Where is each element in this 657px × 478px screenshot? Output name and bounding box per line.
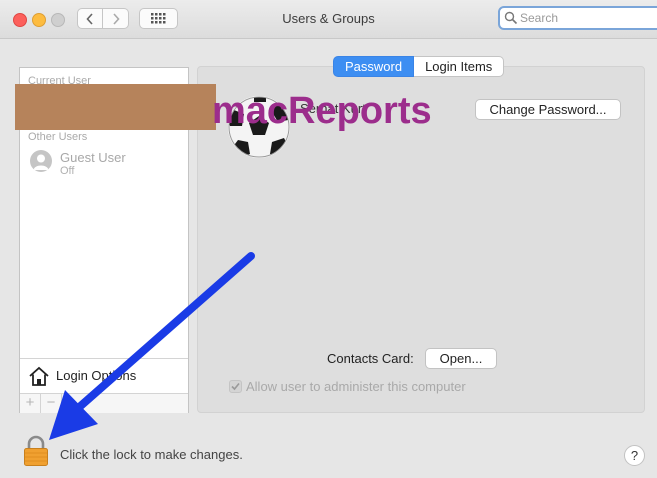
tab-bar: Password Login Items — [333, 56, 505, 77]
add-user-button[interactable]: + — [20, 394, 41, 413]
guest-user-item[interactable]: Guest User Off — [30, 150, 180, 178]
lock-icon — [24, 435, 48, 466]
title-bar: Users & Groups — [0, 0, 657, 39]
search-input[interactable] — [518, 11, 657, 25]
other-users-label: Other Users — [28, 131, 88, 143]
guest-user-name: Guest User — [60, 150, 126, 165]
open-contacts-card-button[interactable]: Open... — [425, 348, 497, 369]
login-options-label: Login Options — [56, 368, 137, 383]
contacts-card-label: Contacts Card: — [327, 351, 414, 366]
lock-button[interactable] — [23, 435, 49, 472]
house-icon — [29, 366, 49, 386]
change-password-button[interactable]: Change Password... — [475, 99, 621, 120]
admin-checkbox-row: Allow user to administer this computer — [229, 379, 466, 394]
help-button[interactable]: ? — [624, 445, 645, 466]
lock-instruction-text: Click the lock to make changes. — [60, 447, 243, 462]
remove-user-button[interactable]: − — [41, 394, 62, 413]
tab-password[interactable]: Password — [333, 56, 415, 77]
watermark-text: macReports — [212, 90, 432, 132]
admin-checkbox-label: Allow user to administer this computer — [246, 379, 466, 394]
person-icon — [33, 154, 49, 170]
tab-login-items[interactable]: Login Items — [414, 56, 505, 77]
checkmark-icon — [231, 382, 240, 391]
guest-avatar — [30, 150, 52, 172]
redaction-block — [15, 84, 216, 130]
admin-checkbox[interactable] — [229, 380, 242, 393]
guest-user-status: Off — [60, 165, 75, 177]
search-field[interactable] — [498, 6, 657, 30]
search-icon — [504, 11, 518, 25]
login-options-item[interactable]: Login Options — [20, 358, 188, 393]
sidebar-toolbar: + − — [20, 393, 188, 413]
